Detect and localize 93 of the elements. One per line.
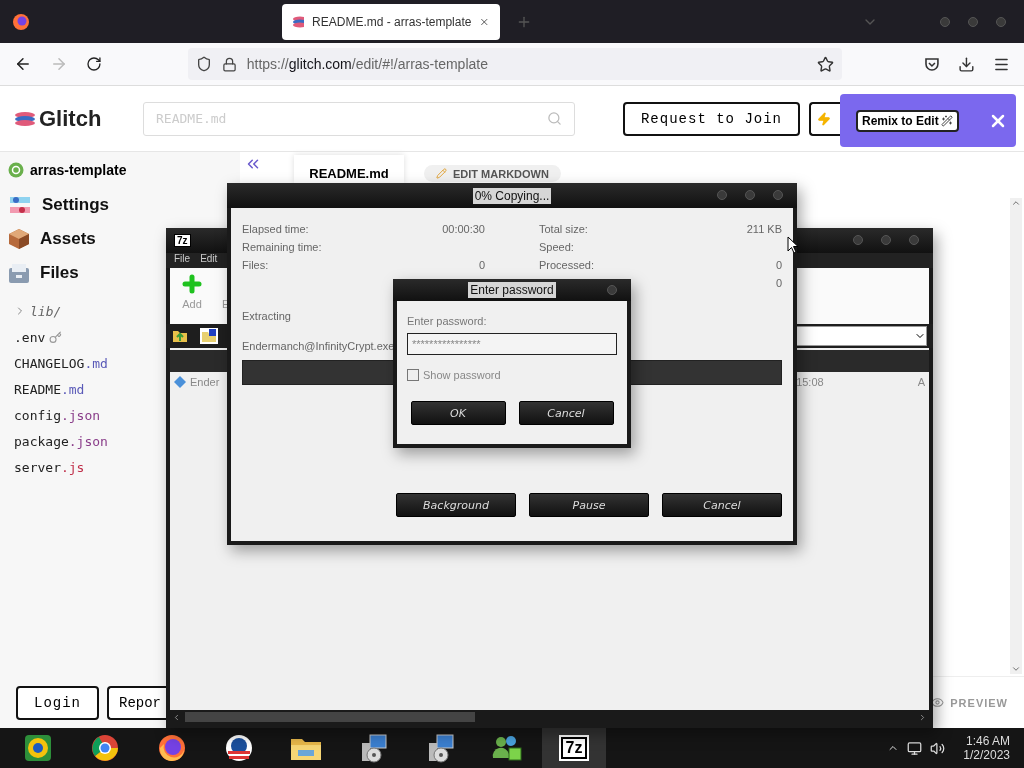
stat-value: 0 [775, 277, 782, 289]
dialog-button[interactable]: OK [410, 401, 506, 425]
window-dot[interactable] [909, 235, 919, 245]
window-dot[interactable] [773, 190, 783, 200]
app-label: 7z [174, 234, 191, 247]
back-icon[interactable] [14, 55, 32, 73]
logo-icon [292, 15, 305, 28]
field-label: Enter password: [407, 315, 488, 327]
dialog-button[interactable]: Cancel [662, 493, 782, 517]
scroll-left-icon[interactable] [172, 712, 181, 722]
stat-value: 0 [775, 259, 782, 271]
cursor-icon [787, 236, 799, 254]
star-icon[interactable] [817, 55, 835, 73]
window-dot[interactable] [968, 16, 978, 27]
search-icon [547, 111, 562, 126]
people-icon [491, 734, 523, 762]
pocket-icon[interactable] [924, 56, 941, 72]
footer-button[interactable]: Repor [107, 686, 166, 720]
sliders-icon [8, 194, 32, 216]
flame-globe-icon[interactable] [12, 12, 30, 31]
archive-folder-icon[interactable] [200, 328, 218, 344]
stat-label: Processed: [539, 259, 595, 271]
stat-label: Elapsed time: [242, 223, 309, 235]
window-dot[interactable] [940, 16, 950, 27]
stat-label: Total size: [539, 223, 588, 235]
stat-value: 211 KB [746, 223, 782, 235]
emblem-icon [225, 734, 253, 762]
ring-icon [24, 734, 52, 762]
taskbar-app[interactable]: 7z [542, 728, 606, 768]
address-bar[interactable]: https://glitch.com/edit/#!/arras-template [187, 48, 843, 80]
footer-button[interactable]: Login [16, 686, 99, 720]
plus-icon [180, 272, 204, 296]
window-dot[interactable] [717, 190, 727, 200]
folder-up-icon[interactable] [172, 329, 188, 343]
project-name[interactable]: arras-template [30, 162, 127, 178]
sidebar-item[interactable]: Settings [42, 195, 110, 215]
dialog-button[interactable]: Background [396, 493, 516, 517]
stat-label: Remaining time: [242, 241, 322, 253]
menu-item[interactable]: Edit [200, 253, 218, 268]
zap-button[interactable] [809, 101, 840, 136]
file-name: Endermanch@InfinityCrypt.exe [242, 340, 395, 352]
table-cell: A [917, 376, 925, 388]
dialog-button[interactable]: Pause [529, 493, 649, 517]
reload-icon[interactable] [85, 56, 102, 72]
editor-tab[interactable]: README.md [294, 155, 404, 183]
lightning-icon [817, 111, 831, 126]
sidebar-item[interactable]: Assets [40, 229, 96, 249]
wand-icon [940, 114, 953, 127]
password-field[interactable]: **************** [407, 333, 617, 355]
window-dot[interactable] [881, 235, 891, 245]
project-icon [8, 162, 24, 178]
stat-label: Speed: [539, 241, 574, 253]
scroll-right-icon[interactable] [918, 712, 927, 722]
download-icon[interactable] [958, 55, 976, 73]
scroll-down-icon[interactable] [1011, 664, 1021, 674]
diamond-icon [174, 376, 186, 388]
eye-icon [931, 696, 945, 709]
ring-icon [91, 734, 119, 762]
window-dot[interactable] [745, 190, 755, 200]
status-text: Extracting [242, 310, 291, 322]
logo-icon [14, 110, 36, 127]
window-dot[interactable] [607, 285, 617, 295]
box-icon [8, 228, 30, 250]
stat-value: 0 [478, 259, 485, 271]
logo-text: Glitch [39, 105, 102, 132]
clock[interactable]: 1:46 AM 1/2/2023 [963, 734, 1010, 762]
scrollbar[interactable] [1010, 198, 1022, 674]
request-to-join-button[interactable]: Request to Join [622, 101, 800, 136]
table-cell: 15:08 [796, 376, 824, 388]
network-icon[interactable] [907, 740, 923, 756]
stat-value: 00:00:30 [442, 223, 485, 235]
window-dot[interactable] [996, 16, 1006, 27]
browser-tab[interactable]: README.md - arras-template [282, 3, 500, 40]
shield-icon[interactable] [195, 56, 212, 72]
lock-icon [221, 56, 237, 72]
remix-to-edit-button[interactable]: Remix to Edit [856, 109, 959, 132]
app-label: 7z [560, 737, 588, 759]
dialog-title: Enter password [468, 282, 556, 298]
dialog-title: 0% Copying... [472, 187, 552, 204]
volume-icon[interactable] [930, 740, 946, 756]
checkbox-label: Show password [423, 369, 501, 381]
key-icon [49, 330, 63, 344]
stat-label: Files: [242, 259, 269, 271]
menu-item[interactable]: File [174, 253, 191, 268]
edit-markdown-button[interactable]: EDIT MARKDOWN [424, 165, 561, 182]
window-dot[interactable] [853, 235, 863, 245]
checkbox[interactable] [407, 369, 419, 381]
pencil-icon [436, 168, 447, 179]
flame-globe-icon [158, 734, 186, 762]
dialog-button[interactable]: Cancel [518, 401, 614, 425]
scroll-up-icon[interactable] [1011, 198, 1021, 208]
file-cabinet-icon [8, 262, 30, 284]
sidebar-item[interactable]: Files [40, 263, 79, 283]
